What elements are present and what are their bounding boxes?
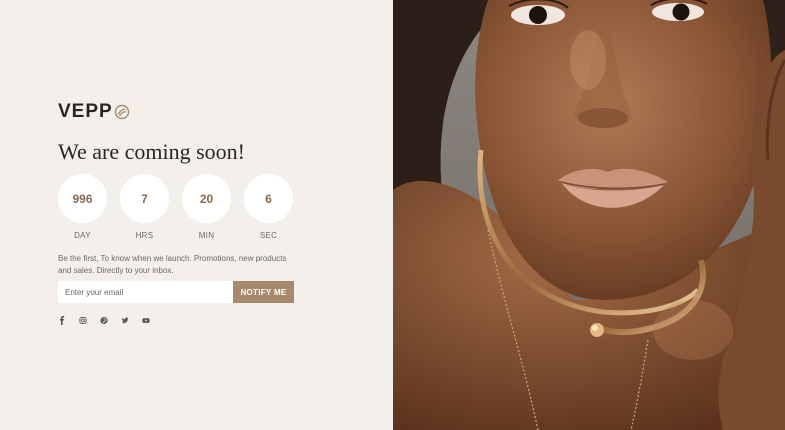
countdown-label: SEC (259, 231, 278, 240)
twitter-icon[interactable] (121, 316, 129, 325)
countdown-seconds: 6 SEC (244, 174, 293, 240)
left-panel: VEPP We are coming soon! 996 DAY 7 HRS 2… (0, 0, 393, 430)
countdown-minutes: 20 MIN (182, 174, 231, 240)
countdown-label: HRS (135, 231, 154, 240)
countdown-value: 20 (182, 174, 231, 223)
hero-photo (393, 0, 785, 430)
email-field[interactable] (58, 281, 233, 303)
facebook-icon[interactable] (58, 316, 66, 325)
countdown-hours: 7 HRS (120, 174, 169, 240)
brand-swirl-icon (114, 104, 129, 120)
countdown-value: 996 (58, 174, 107, 223)
notify-me-button[interactable]: NOTIFY ME (233, 281, 294, 303)
countdown-timer: 996 DAY 7 HRS 20 MIN 6 SEC (58, 174, 293, 240)
woman-with-gold-necklace-photo (393, 0, 785, 430)
countdown-days: 996 DAY (58, 174, 107, 240)
instagram-icon[interactable] (79, 316, 87, 325)
youtube-icon[interactable] (142, 316, 150, 325)
subscribe-form: NOTIFY ME (58, 281, 294, 303)
signup-description: Be the first, To know when we launch. Pr… (58, 254, 287, 275)
brand-name: VEPP (58, 101, 113, 122)
page-title: We are coming soon! (58, 139, 245, 164)
countdown-value: 7 (120, 174, 169, 223)
countdown-label: MIN (198, 231, 215, 240)
social-links (58, 316, 150, 325)
brand-logo[interactable]: VEPP (58, 101, 130, 123)
countdown-value: 6 (244, 174, 293, 223)
countdown-label: DAY (74, 231, 91, 240)
pinterest-icon[interactable] (100, 316, 108, 325)
